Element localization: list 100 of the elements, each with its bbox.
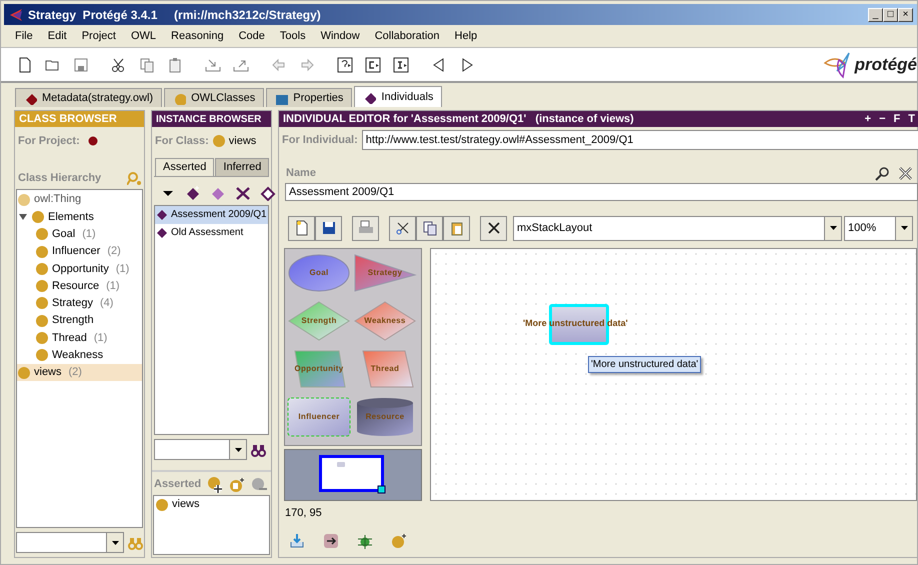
delete-button[interactable] [480,216,507,241]
project-icon [88,136,98,146]
bug-icon[interactable] [357,533,373,549]
header-button[interactable]: T [908,110,915,128]
new-file-button[interactable] [288,216,315,241]
class-icon [36,262,48,275]
add-type-icon[interactable] [260,184,276,200]
palette-shape[interactable]: Strength [287,300,351,341]
search-field[interactable] [154,439,247,460]
tree-item[interactable]: owl:Thing [17,191,142,208]
coordinates-text: 170, 95 [284,506,323,520]
add-instance-icon[interactable] [185,184,201,200]
class-icon [18,366,30,379]
panel-header: INSTANCE BROWSER [152,111,271,127]
minimize-button[interactable]: _ [868,8,883,22]
tree-item[interactable]: Weakness [17,346,142,364]
palette-shape[interactable]: Influencer [287,396,351,437]
save-button[interactable] [315,216,342,241]
tab[interactable]: Asserted [155,158,214,176]
header-button[interactable]: − [879,110,886,128]
menu-item[interactable]: Collaboration [374,28,440,44]
tree-item[interactable]: Opportunity (1) [17,260,142,278]
class-icon [212,135,225,148]
add-class-icon[interactable] [207,476,224,493]
binoculars-icon[interactable] [251,442,266,456]
new-file-icon [294,220,310,236]
logo-text: protégé [854,54,917,76]
tree-item[interactable]: Strategy (4) [17,294,142,312]
header-button[interactable]: F [894,110,900,128]
save-icon [320,220,336,236]
save-icon[interactable] [73,56,89,72]
type-item: views [154,496,269,514]
logo-icon [822,50,851,78]
class-link-icon[interactable] [365,56,381,72]
individual-uri-field[interactable]: http://www.test.test/strategy.owl#Assessment_2009/Q1 [362,130,918,150]
tree-item[interactable]: views (2) [17,364,142,382]
new-file-icon[interactable] [17,56,33,72]
menu-item[interactable]: Project [82,28,116,44]
copy-button[interactable] [416,216,443,241]
scissors-icon[interactable] [111,56,127,72]
diamond-icon [156,226,168,238]
close-icon[interactable] [898,166,913,181]
maximize-button[interactable]: □ [883,8,898,22]
tab[interactable]: OWLClasses [164,88,264,107]
paste-icon[interactable] [167,56,183,72]
tree-item[interactable]: Resource (1) [17,277,142,295]
create-class-icon[interactable] [229,476,246,492]
tree-item[interactable]: Thread (1) [17,329,142,347]
palette-shape[interactable]: Weakness [353,300,417,341]
search-field[interactable] [16,532,124,553]
remove-class-icon[interactable] [251,476,268,492]
zoom-dropdown[interactable]: 100% [844,216,913,241]
menu-item[interactable]: Help [454,28,478,44]
tree-item[interactable]: Elements [17,208,142,226]
overview-viewport[interactable] [319,454,387,494]
scissors-icon [394,220,410,236]
menu-item[interactable]: Code [238,28,265,44]
class-hierarchy-label: Class Hierarchy [18,170,102,186]
menu-item[interactable]: Window [320,28,360,44]
tree-item[interactable]: Strength [17,312,142,330]
printer-button[interactable] [352,216,379,241]
class-icon [36,228,48,240]
scissors-button[interactable] [389,216,416,241]
for-individual-label: For Individual: [282,132,358,148]
tab[interactable]: Inferred [215,158,270,176]
menu-item[interactable]: Tools [280,28,306,44]
app-icon [8,6,24,22]
menu-item[interactable]: Edit [48,28,67,44]
panel-header: CLASS BROWSER [15,111,144,127]
paste-button[interactable] [443,216,470,241]
copy-icon[interactable] [139,56,155,72]
query-icon[interactable] [337,56,353,72]
tree-item[interactable]: Goal (1) [17,226,142,243]
for-class-label: For Class: [155,134,209,149]
new-class-icon[interactable] [391,533,407,549]
tab[interactable]: Individuals [354,86,442,107]
layout-dropdown[interactable]: mxStackLayout [513,216,842,241]
close-button[interactable]: × [898,8,913,22]
download-icon[interactable] [289,533,305,549]
tab[interactable]: Properties [266,88,352,107]
class-icon [36,297,48,310]
name-field[interactable]: Assessment 2009/Q1 [285,182,918,201]
search-icon[interactable] [875,166,890,181]
header-button[interactable]: + [864,110,872,128]
panel-header: INDIVIDUAL EDITOR for 'Assessment 2009/Q1' (instance of views) [283,112,634,127]
delete-icon[interactable] [235,184,251,200]
delete-icon [486,220,502,236]
name-label: Name [286,166,316,181]
tab[interactable]: Metadata(strategy.owl) [15,88,162,107]
class-icon [36,349,48,362]
tree-item[interactable]: Influencer (2) [17,242,142,260]
class-icon [36,246,48,258]
menu-item[interactable]: File [15,28,33,44]
menu-item[interactable]: OWL [130,28,156,44]
import-icon[interactable] [205,56,221,72]
expand-icon[interactable] [18,212,28,222]
instance-item[interactable]: Assessment 2009/Q1 [155,206,268,224]
instance-link-icon[interactable] [393,56,409,72]
menu-item[interactable]: Reasoning [171,28,224,44]
instance-item[interactable]: Old Assessment [155,224,268,242]
